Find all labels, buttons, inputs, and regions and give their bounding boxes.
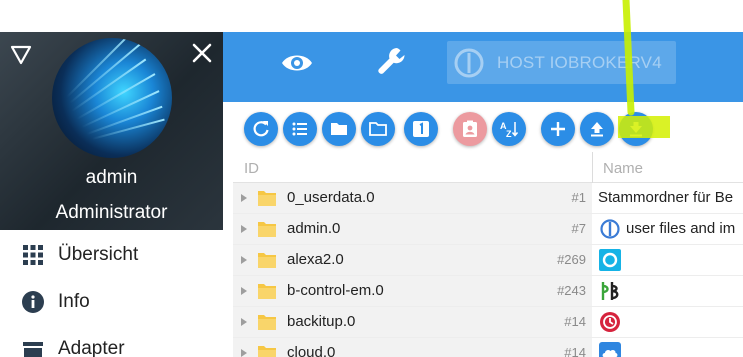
wrench-icon[interactable]: [375, 44, 411, 80]
eye-icon[interactable]: [280, 48, 314, 78]
add-object-button[interactable]: [541, 112, 575, 146]
sort-alpha-icon: A Z: [500, 121, 519, 139]
table-row[interactable]: admin.0 #7 user files and im: [233, 214, 743, 245]
list-view-button[interactable]: [283, 112, 317, 146]
column-header-name[interactable]: Name: [603, 160, 643, 177]
name-cell: [593, 307, 743, 337]
folder-icon: [331, 123, 347, 135]
backitup-icon: [600, 312, 620, 332]
sidebar-item-overview[interactable]: Übersicht: [0, 232, 223, 278]
folder-icon: [258, 346, 276, 357]
upload-icon: [591, 122, 603, 137]
row-id: 0_userdata.0: [287, 189, 375, 206]
folder-outline-icon: [369, 122, 387, 136]
row-count: #14: [564, 314, 586, 329]
row-id: backitup.0: [287, 313, 356, 330]
sidebar: admin Administrator Übersicht Info Adapt…: [0, 32, 223, 357]
objects-table: ID Name 0_userdata.0 #1 Stammordner für …: [233, 152, 743, 357]
name-cell: Stammordner für Be: [593, 183, 743, 213]
list-icon: [292, 122, 307, 136]
column-header-id[interactable]: ID: [244, 160, 259, 177]
name-cell: [593, 245, 743, 275]
host-selector[interactable]: HOST IOBROKERV4: [447, 41, 676, 84]
plus-icon: [551, 122, 565, 136]
table-row[interactable]: cloud.0 #14: [233, 338, 743, 357]
name-cell: [593, 338, 743, 357]
sidebar-item-label: Übersicht: [58, 244, 139, 265]
info-icon: [22, 291, 44, 313]
top-bar: HOST IOBROKERV4: [223, 32, 743, 102]
b-control-icon: [601, 282, 619, 300]
download-icon: [630, 122, 642, 137]
collapse-folders-button[interactable]: [361, 112, 395, 146]
folder-icon: [258, 253, 276, 268]
sidebar-item-label: Adapter: [58, 338, 125, 357]
download-button[interactable]: [619, 112, 653, 146]
badge-account-icon: [463, 120, 477, 137]
expand-arrow-icon[interactable]: [241, 256, 247, 264]
expand-arrow-icon[interactable]: [241, 194, 247, 202]
expand-arrow-icon[interactable]: [241, 349, 247, 357]
sidebar-item-adapter[interactable]: Adapter: [0, 326, 223, 357]
iobroker-logo-icon: [600, 219, 620, 239]
row-id: alexa2.0: [287, 251, 344, 268]
name-cell: user files and im: [593, 214, 743, 244]
table-header: ID Name: [233, 152, 743, 183]
row-count: #1: [571, 190, 586, 205]
row-id: admin.0: [287, 220, 341, 237]
refresh-button[interactable]: [244, 112, 278, 146]
folder-icon: [258, 284, 276, 299]
svg-text:Z: Z: [506, 129, 512, 139]
expand-folders-button[interactable]: [322, 112, 356, 146]
host-label: HOST IOBROKERV4: [497, 53, 662, 72]
sidebar-header: admin Administrator: [0, 32, 223, 230]
table-row[interactable]: b-control-em.0 #243: [233, 276, 743, 307]
store-icon: [23, 342, 43, 357]
table-row[interactable]: alexa2.0 #269: [233, 245, 743, 276]
objects-toolbar: A Z: [223, 102, 743, 152]
name-cell: [593, 276, 743, 306]
table-row[interactable]: 0_userdata.0 #1 Stammordner für Be: [233, 183, 743, 214]
expand-arrow-icon[interactable]: [241, 225, 247, 233]
upload-button[interactable]: [580, 112, 614, 146]
row-count: #14: [564, 345, 586, 357]
refresh-icon: [253, 121, 269, 137]
user-role: Administrator: [55, 202, 168, 223]
folder-icon: [258, 222, 276, 237]
row-count: #269: [557, 252, 586, 267]
folder-icon: [258, 191, 276, 206]
table-row[interactable]: backitup.0 #14: [233, 307, 743, 338]
row-count: #243: [557, 283, 586, 298]
sidebar-item-info[interactable]: Info: [0, 279, 223, 325]
row-id: b-control-em.0: [287, 282, 384, 299]
row-id: cloud.0: [287, 344, 336, 357]
menu-toggle-icon[interactable]: [9, 42, 33, 66]
avatar: [52, 38, 172, 158]
numeric-one-box-icon: [413, 121, 429, 137]
grid-icon: [23, 245, 43, 265]
row-count: #7: [571, 221, 586, 236]
cloud-icon: [599, 342, 621, 357]
row-name: Stammordner für Be: [598, 189, 734, 206]
sidebar-item-label: Info: [58, 291, 90, 312]
folder-icon: [258, 315, 276, 330]
close-icon[interactable]: [191, 42, 213, 64]
expand-arrow-icon[interactable]: [241, 287, 247, 295]
expand-level-button[interactable]: [404, 112, 438, 146]
alexa-icon: [599, 249, 621, 271]
sort-button[interactable]: A Z: [492, 112, 526, 146]
edit-roles-button[interactable]: [453, 112, 487, 146]
row-name: user files and im: [626, 220, 736, 237]
iobroker-logo-icon: [454, 48, 484, 78]
column-divider[interactable]: [592, 152, 593, 183]
user-name: admin: [85, 167, 138, 188]
expand-arrow-icon[interactable]: [241, 318, 247, 326]
